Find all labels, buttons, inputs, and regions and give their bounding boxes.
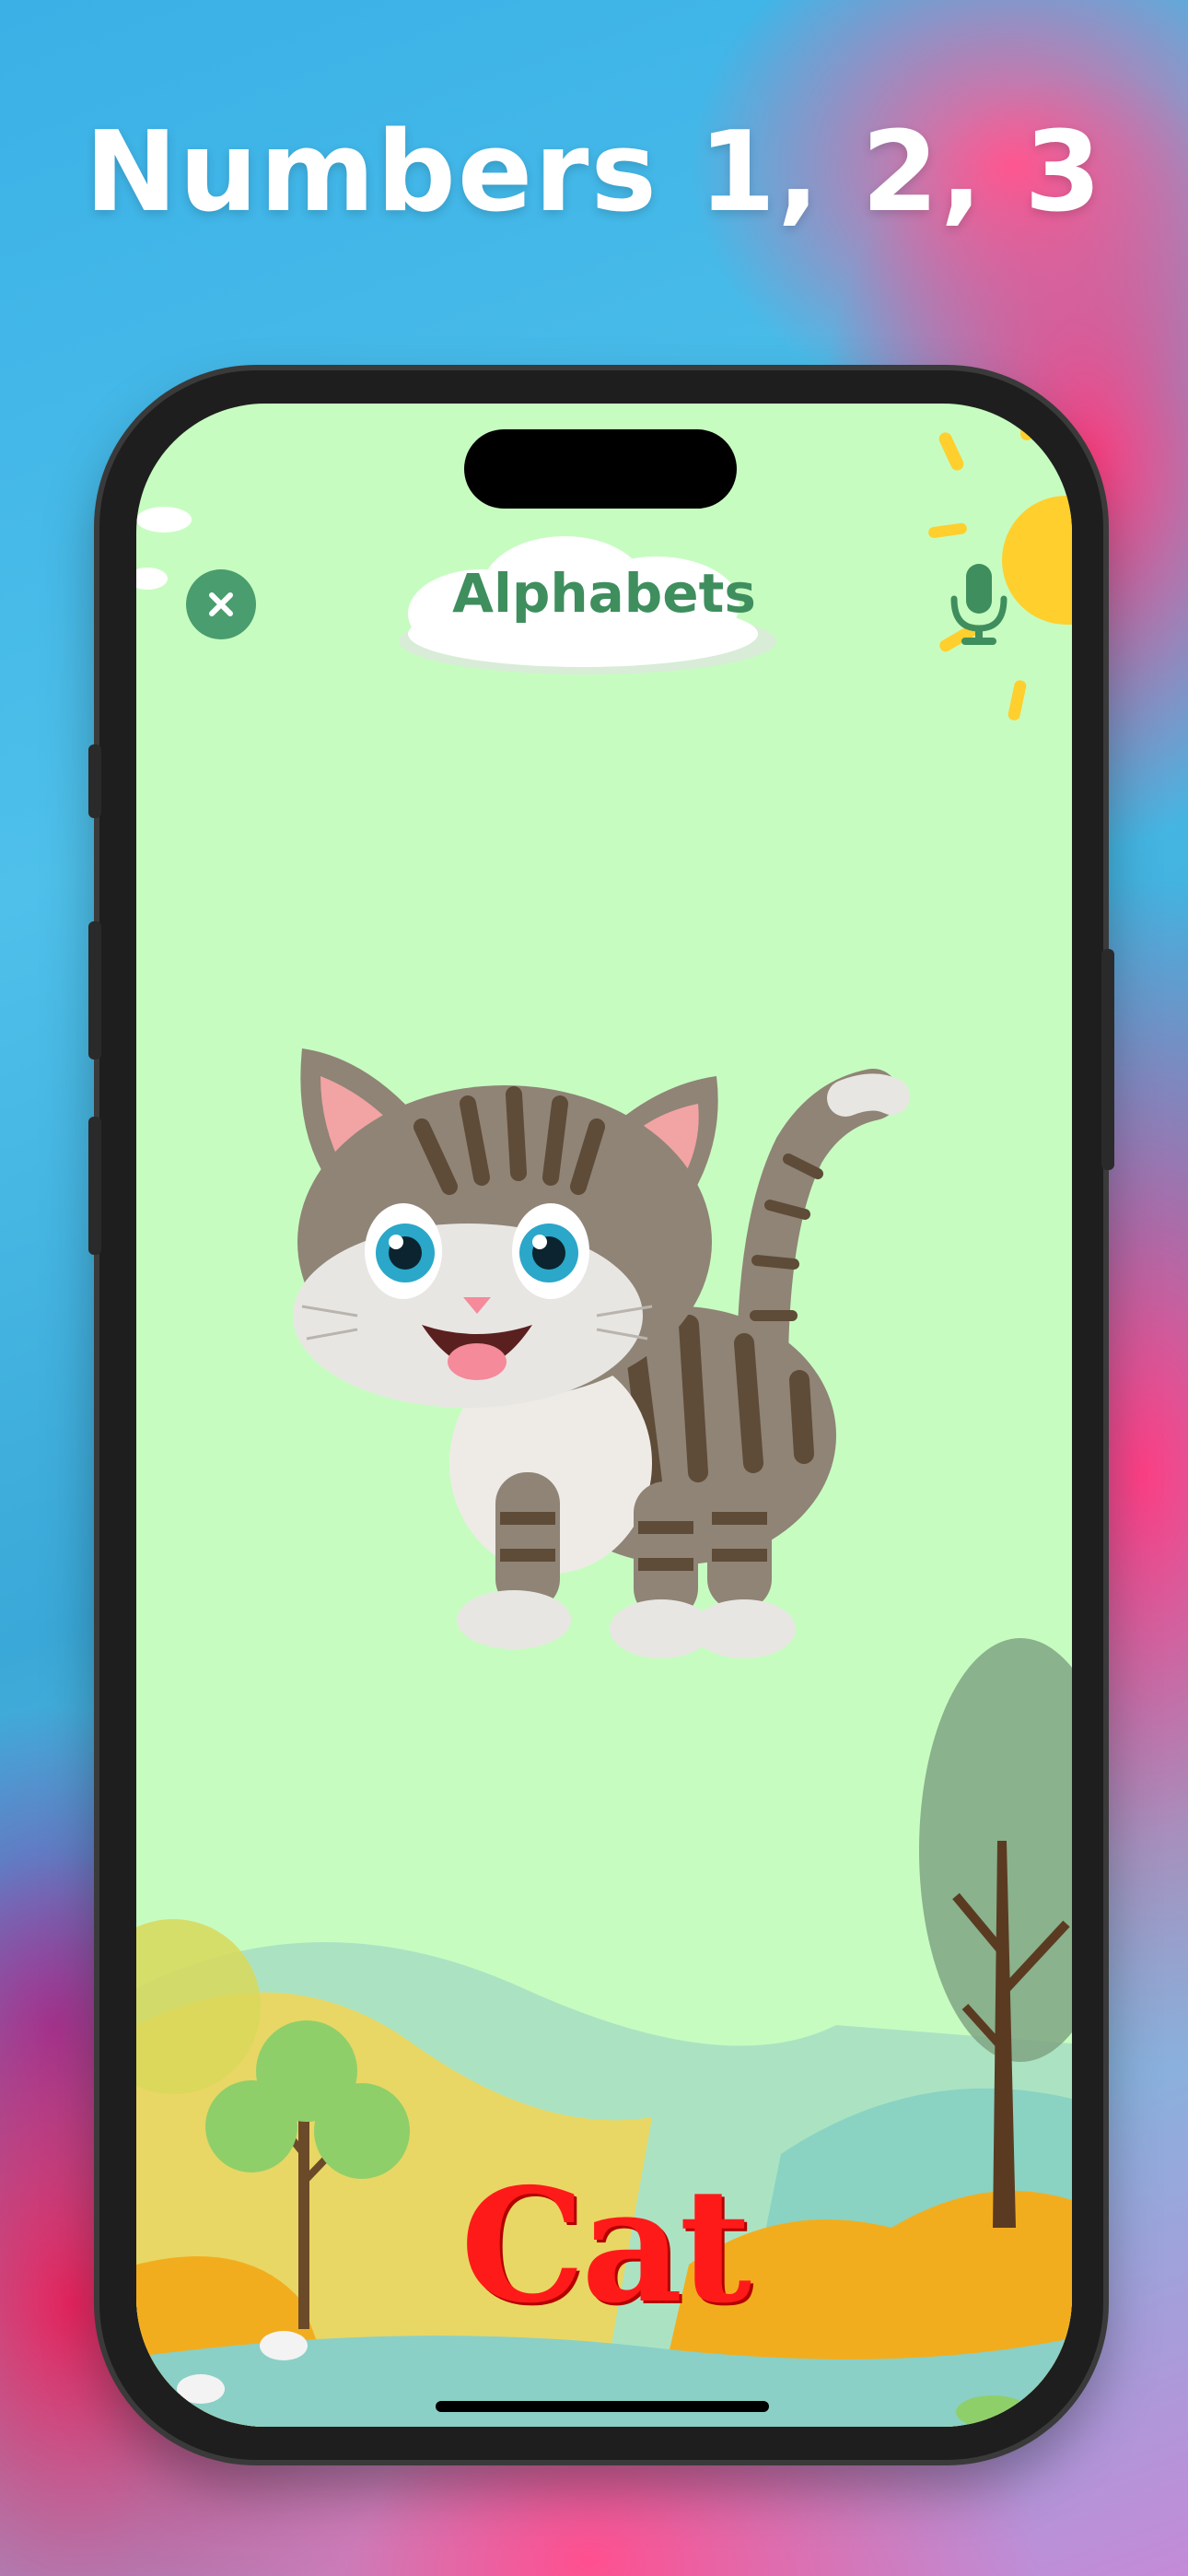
page-title: Alphabets [452,562,756,625]
app-screen: Alphabets Cat [136,404,1072,2427]
phone-silent-switch [88,744,101,818]
dynamic-island [464,429,737,509]
microphone-button[interactable] [947,560,1011,649]
phone-volume-up [88,921,101,1060]
phone-power-button [1101,949,1114,1170]
cat-illustration [293,1048,910,1658]
microphone-icon [950,564,1007,645]
home-indicator[interactable] [436,2401,769,2412]
word-label: Cat [460,2154,751,2338]
promo-headline: Numbers 1, 2, 3 [85,109,1103,237]
phone-volume-down [88,1117,101,1255]
